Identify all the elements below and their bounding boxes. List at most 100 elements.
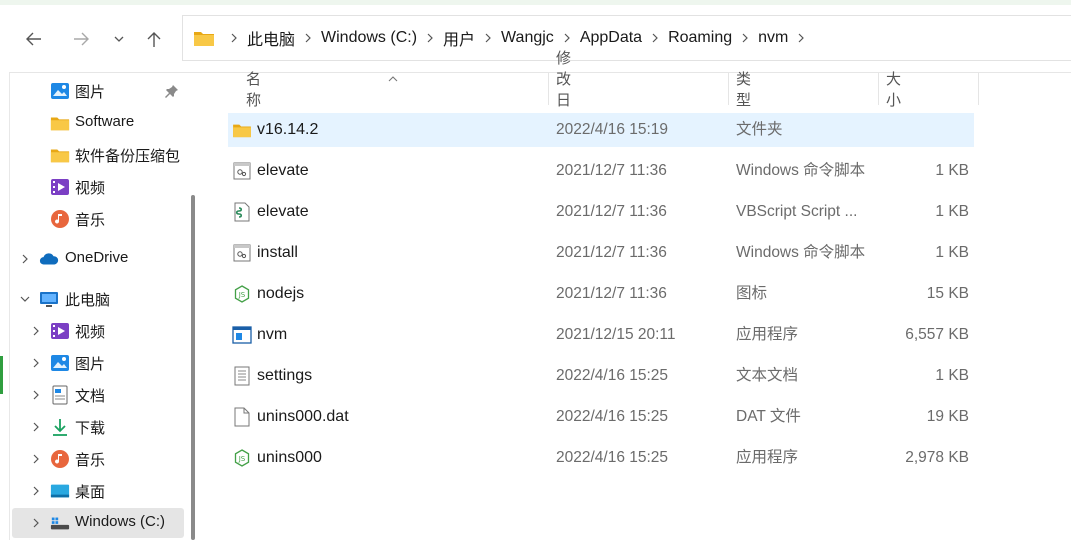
sidebar-item-pc-music[interactable]: 音乐	[12, 444, 184, 474]
sidebar-item-drive-c[interactable]: Windows (C:)	[12, 508, 184, 538]
file-size: 15 KB	[926, 285, 969, 302]
chevron-down-icon[interactable]	[18, 292, 32, 306]
videos-icon	[50, 321, 70, 341]
pictures-icon	[50, 353, 70, 373]
chevron-right-icon[interactable]	[29, 452, 43, 466]
breadcrumb-this-pc[interactable]: 此电脑	[247, 26, 295, 50]
breadcrumb-separator-icon	[221, 33, 247, 43]
folder-icon	[50, 145, 70, 165]
file-type: 文本文档	[736, 367, 799, 384]
sidebar-item-this-pc[interactable]: 此电脑	[12, 284, 184, 314]
file-row[interactable]: elevate 2021/12/7 11:36 Windows 命令脚本 1 K…	[228, 154, 974, 188]
file-row[interactable]: elevate 2021/12/7 11:36 VBScript Script …	[228, 195, 974, 229]
breadcrumb-nvm[interactable]: nvm	[758, 29, 788, 47]
file-row[interactable]: unins000.dat 2022/4/16 15:25 DAT 文件 19 K…	[228, 400, 974, 434]
sidebar-item-software[interactable]: Software	[12, 108, 184, 138]
file-size: 1 KB	[935, 367, 969, 384]
videos-icon	[50, 177, 70, 197]
sidebar-item-label: 下载	[75, 420, 106, 437]
column-header-name[interactable]: 名称	[246, 71, 261, 109]
file-name: nodejs	[257, 285, 305, 302]
breadcrumb-separator-icon[interactable]	[417, 33, 443, 43]
sidebar-item-music[interactable]: 音乐	[12, 204, 184, 234]
sidebar-item-label: 桌面	[75, 484, 106, 501]
sidebar-item-pictures[interactable]: 图片	[12, 76, 184, 106]
file-date: 2021/12/7 11:36	[556, 203, 667, 220]
sidebar-scrollbar-thumb[interactable]	[191, 195, 195, 540]
breadcrumb-separator-icon[interactable]	[788, 33, 814, 43]
sidebar-item-videos[interactable]: 视频	[12, 172, 184, 202]
column-divider[interactable]	[728, 73, 729, 105]
file-date: 2022/4/16 15:19	[556, 121, 669, 138]
navigation-bar: 此电脑 Windows (C:) 用户 Wangjc AppData Roami…	[0, 5, 1071, 72]
sidebar-item-onedrive[interactable]: OneDrive	[12, 244, 184, 274]
file-date: 2021/12/7 11:36	[556, 162, 667, 179]
sidebar-item-label: 音乐	[75, 452, 106, 469]
up-button[interactable]	[142, 27, 166, 51]
column-divider[interactable]	[978, 73, 979, 105]
breadcrumb-separator-icon[interactable]	[475, 33, 501, 43]
file-name: v16.14.2	[257, 121, 319, 138]
sidebar-item-label: 文档	[75, 388, 106, 405]
sidebar-item-label: 软件备份压缩包	[75, 148, 181, 165]
text-file-icon	[232, 366, 252, 386]
sidebar-item-pc-pictures[interactable]: 图片	[12, 348, 184, 378]
sidebar-item-label: Software	[75, 113, 135, 130]
sidebar-item-pc-downloads[interactable]: 下载	[12, 412, 184, 442]
file-size: 1 KB	[935, 244, 969, 261]
breadcrumb-separator-icon[interactable]	[642, 33, 668, 43]
forward-button[interactable]	[69, 27, 93, 51]
file-row[interactable]: JS nodejs 2021/12/7 11:36 图标 15 KB	[228, 277, 974, 311]
breadcrumb-user[interactable]: Wangjc	[501, 29, 554, 47]
breadcrumb-separator-icon[interactable]	[732, 33, 758, 43]
desktop-icon	[50, 481, 70, 501]
column-divider[interactable]	[878, 73, 879, 105]
chevron-right-icon[interactable]	[29, 356, 43, 370]
sidebar-item-pc-desktop[interactable]: 桌面	[12, 476, 184, 506]
music-icon	[50, 209, 70, 229]
sort-ascending-icon	[387, 70, 399, 87]
chevron-right-icon[interactable]	[29, 516, 43, 530]
file-size: 19 KB	[926, 408, 969, 425]
breadcrumb-appdata[interactable]: AppData	[580, 29, 642, 47]
documents-icon	[50, 385, 70, 405]
file-row[interactable]: settings 2022/4/16 15:25 文本文档 1 KB	[228, 359, 974, 393]
sidebar-item-pc-videos[interactable]: 视频	[12, 316, 184, 346]
file-row[interactable]: v16.14.2 2022/4/16 15:19 文件夹	[228, 113, 974, 147]
chevron-right-icon[interactable]	[29, 324, 43, 338]
nodejs-icon: JS	[232, 284, 252, 304]
column-header-size[interactable]: 大小	[886, 71, 901, 109]
address-bar[interactable]: 此电脑 Windows (C:) 用户 Wangjc AppData Roami…	[182, 15, 1071, 61]
sidebar-item-pc-documents[interactable]: 文档	[12, 380, 184, 410]
chevron-right-icon[interactable]	[18, 252, 32, 266]
recent-locations-button[interactable]	[107, 27, 131, 51]
file-date: 2021/12/15 20:11	[556, 326, 676, 343]
file-date: 2022/4/16 15:25	[556, 367, 669, 384]
forward-arrow-icon	[74, 32, 89, 46]
file-name: unins000.dat	[257, 408, 349, 425]
blank-file-icon	[232, 407, 252, 427]
chevron-right-icon[interactable]	[29, 420, 43, 434]
file-row[interactable]: JS unins000 2022/4/16 15:25 应用程序 2,978 K…	[228, 441, 974, 475]
breadcrumb-users[interactable]: 用户	[443, 26, 475, 50]
file-name: settings	[257, 367, 313, 384]
sidebar-item-backup-archives[interactable]: 软件备份压缩包	[12, 140, 184, 170]
file-row[interactable]: nvm 2021/12/15 20:11 应用程序 6,557 KB	[228, 318, 974, 352]
breadcrumb-drive-c[interactable]: Windows (C:)	[321, 29, 417, 47]
svg-text:JS: JS	[238, 291, 246, 299]
chevron-right-icon[interactable]	[29, 484, 43, 498]
chevron-right-icon[interactable]	[29, 388, 43, 402]
breadcrumb-roaming[interactable]: Roaming	[668, 29, 732, 47]
column-header-type[interactable]: 类型	[736, 71, 751, 109]
file-name: elevate	[257, 162, 309, 179]
column-divider[interactable]	[548, 73, 549, 105]
file-date: 2022/4/16 15:25	[556, 449, 669, 466]
file-name: install	[257, 244, 298, 261]
breadcrumb-separator-icon[interactable]	[295, 33, 321, 43]
chevron-down-icon	[114, 36, 124, 42]
breadcrumb-separator-icon[interactable]	[554, 33, 580, 43]
file-row[interactable]: install 2021/12/7 11:36 Windows 命令脚本 1 K…	[228, 236, 974, 270]
back-button[interactable]	[22, 27, 46, 51]
file-type: Windows 命令脚本	[736, 162, 866, 179]
column-header-date[interactable]: 修改日期	[556, 50, 571, 130]
